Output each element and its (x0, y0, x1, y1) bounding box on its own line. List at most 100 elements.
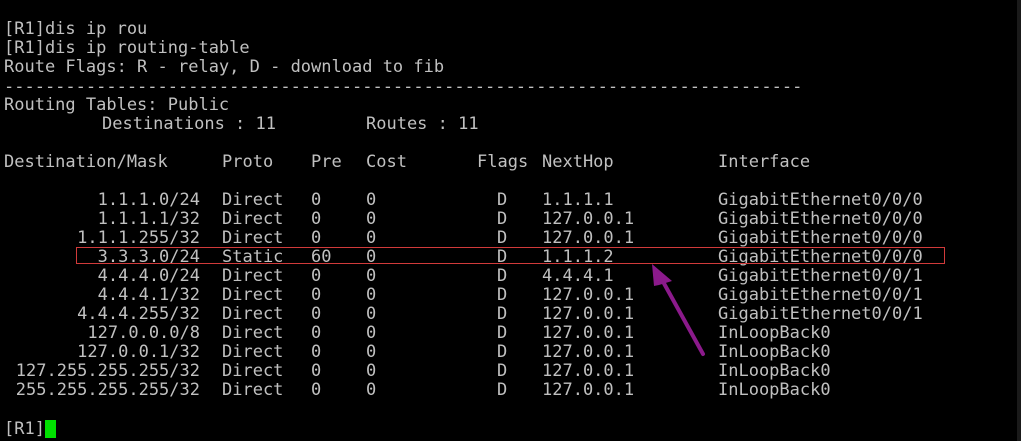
cell-cost: 0 (366, 266, 377, 286)
cell-pre: 0 (311, 190, 322, 210)
header-interface: Interface (718, 152, 811, 172)
cell-proto: Direct (222, 361, 284, 381)
cell-proto: Direct (222, 228, 284, 248)
cell-pre: 0 (311, 380, 322, 400)
table-row: 4.4.4.1/32 Direct 0 0 D 127.0.0.1 GigabitEther… (0, 286, 1021, 305)
table-row: 1.1.1.0/24 Direct 0 0 D 1.1.1.1 GigabitEtherne… (0, 191, 1021, 210)
table-row: 4.4.4.0/24 Direct 0 0 D 4.4.4.1 GigabitEtherne… (0, 267, 1021, 286)
cell-interface: InLoopBack0 (718, 342, 831, 362)
cell-interface: GigabitEthernet0/0/0 (718, 209, 923, 229)
table-row: 3.3.3.0/24 Static 60 0 D 1.1.1.2 GigabitEthern… (0, 248, 1021, 267)
cell-pre: 0 (311, 228, 322, 248)
cell-nexthop: 1.1.1.1 (542, 190, 614, 210)
cell-cost: 0 (366, 190, 377, 210)
header-flags: Flags (477, 152, 529, 172)
table-row: 127.0.0.1/32 Direct 0 0 D 127.0.0.1 InLoopBack… (0, 343, 1021, 362)
cell-cost: 0 (366, 228, 377, 248)
cell-destination: 127.0.0.1/32 (77, 342, 200, 362)
header-pre: Pre (311, 152, 342, 172)
cell-proto: Direct (222, 304, 284, 324)
table-header: Destination/Mask Proto Pre Cost Flags Ne… (0, 153, 1021, 172)
cell-destination: 4.4.4.1/32 (97, 285, 200, 305)
cell-flags: D (497, 342, 508, 362)
cell-destination: 1.1.1.255/32 (77, 228, 200, 248)
cell-cost: 0 (366, 361, 377, 381)
table-row: 1.1.1.1/32 Direct 0 0 D 127.0.0.1 GigabitEther… (0, 210, 1021, 229)
routes-count: Routes : 11 (366, 114, 479, 134)
routing-tables-title: Routing Tables: Public (4, 95, 230, 115)
cell-interface: GigabitEthernet0/0/1 (718, 266, 923, 286)
cell-proto: Direct (222, 190, 284, 210)
cell-cost: 0 (366, 285, 377, 305)
header-destination: Destination/Mask (4, 152, 168, 172)
cell-interface: GigabitEthernet0/0/0 (718, 190, 923, 210)
cell-pre: 60 (311, 247, 332, 267)
cell-interface: GigabitEthernet0/0/1 (718, 285, 923, 305)
cell-pre: 0 (311, 266, 322, 286)
cell-cost: 0 (366, 209, 377, 229)
scrollbar[interactable] (1017, 0, 1021, 441)
cell-proto: Static (222, 247, 284, 267)
cell-flags: D (497, 209, 508, 229)
cell-destination: 127.0.0.0/8 (87, 323, 200, 343)
cell-cost: 0 (366, 323, 377, 343)
prompt-text: [R1] (4, 419, 45, 439)
cursor (44, 420, 56, 438)
cell-nexthop: 4.4.4.1 (542, 266, 614, 286)
cell-nexthop: 127.0.0.1 (542, 228, 635, 248)
command-line-1: [R1]dis ip rou (4, 19, 148, 39)
cell-destination: 3.3.3.0/24 (97, 247, 200, 267)
cell-pre: 0 (311, 361, 322, 381)
destinations-count: Destinations : 11 (102, 114, 276, 134)
cell-interface: GigabitEthernet0/0/0 (718, 228, 923, 248)
header-nexthop: NextHop (542, 152, 614, 172)
cell-flags: D (497, 190, 508, 210)
header-proto: Proto (222, 152, 274, 172)
table-row: 255.255.255.255/32 Direct 0 0 D 127.0.0.1 InLo… (0, 381, 1021, 400)
cell-nexthop: 1.1.1.2 (542, 247, 614, 267)
cell-destination: 4.4.4.0/24 (97, 266, 200, 286)
cell-pre: 0 (311, 342, 322, 362)
route-flags-legend: Route Flags: R - relay, D - download to … (4, 57, 445, 77)
cell-nexthop: 127.0.0.1 (542, 304, 635, 324)
cell-pre: 0 (311, 209, 322, 229)
cell-interface: InLoopBack0 (718, 361, 831, 381)
cell-nexthop: 127.0.0.1 (542, 323, 635, 343)
cell-proto: Direct (222, 380, 284, 400)
cell-destination: 255.255.255.255/32 (15, 380, 200, 400)
cell-nexthop: 127.0.0.1 (542, 342, 635, 362)
cell-cost: 0 (366, 247, 377, 267)
terminal-window[interactable]: [R1]dis ip rou [R1]dis ip routing-table … (0, 0, 1021, 441)
cell-interface: GigabitEthernet0/0/1 (718, 304, 923, 324)
prompt-line[interactable]: [R1] (4, 420, 56, 439)
cell-cost: 0 (366, 380, 377, 400)
cell-flags: D (497, 228, 508, 248)
cell-proto: Direct (222, 285, 284, 305)
table-row: 127.255.255.255/32 Direct 0 0 D 127.0.0.1 InLo… (0, 362, 1021, 381)
cell-proto: Direct (222, 266, 284, 286)
cell-flags: D (497, 361, 508, 381)
cell-flags: D (497, 323, 508, 343)
cell-flags: D (497, 247, 508, 267)
cell-pre: 0 (311, 323, 322, 343)
cell-pre: 0 (311, 304, 322, 324)
cell-flags: D (497, 380, 508, 400)
cell-proto: Direct (222, 209, 284, 229)
cell-destination: 4.4.4.255/32 (77, 304, 200, 324)
cell-cost: 0 (366, 342, 377, 362)
cell-flags: D (497, 285, 508, 305)
table-row: 4.4.4.255/32 Direct 0 0 D 127.0.0.1 GigabitEth… (0, 305, 1021, 324)
table-row: 1.1.1.255/32 Direct 0 0 D 127.0.0.1 GigabitEth… (0, 229, 1021, 248)
cell-destination: 127.255.255.255/32 (15, 361, 200, 381)
cell-destination: 1.1.1.1/32 (97, 209, 200, 229)
table-row: 127.0.0.0/8 Direct 0 0 D 127.0.0.1 InLoopBack0 (0, 324, 1021, 343)
cell-nexthop: 127.0.0.1 (542, 361, 635, 381)
cell-nexthop: 127.0.0.1 (542, 209, 635, 229)
cell-interface: InLoopBack0 (718, 323, 831, 343)
cell-interface: GigabitEthernet0/0/0 (718, 247, 923, 267)
cell-cost: 0 (366, 304, 377, 324)
cell-flags: D (497, 304, 508, 324)
cell-pre: 0 (311, 285, 322, 305)
header-cost: Cost (366, 152, 407, 172)
cell-nexthop: 127.0.0.1 (542, 380, 635, 400)
